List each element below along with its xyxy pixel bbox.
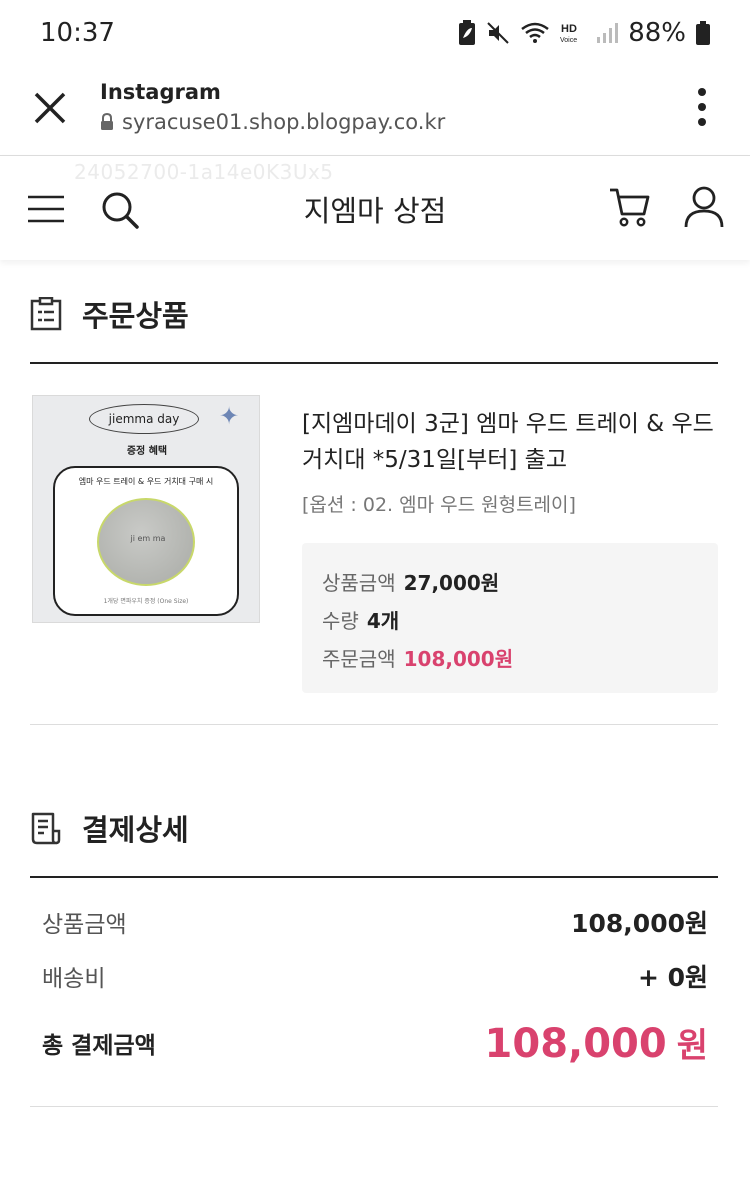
divider xyxy=(30,724,718,725)
signal-icon xyxy=(597,23,619,43)
mute-icon xyxy=(487,22,509,44)
svg-text:HD: HD xyxy=(561,23,577,35)
pouch-label: ji em ma xyxy=(130,534,166,543)
total-unit: 원 xyxy=(676,1026,708,1066)
total-value: 108,000 원 xyxy=(485,1018,708,1067)
order-section-title: 주문상품 xyxy=(82,299,189,333)
total-amount: 108,000 xyxy=(484,1021,667,1067)
thumb-promo-box: 엠마 우드 트레이 & 우드 거치대 구매 시 ji em ma 1개당 면파우… xyxy=(53,466,239,616)
close-icon[interactable] xyxy=(28,86,72,130)
svg-text:Voice: Voice xyxy=(560,37,577,44)
order-amount-label: 주문금액 xyxy=(322,647,396,671)
status-bar: 10:37 HD Voice 88% xyxy=(0,0,750,70)
lock-icon xyxy=(101,113,113,130)
order-amount-row: 주문금액 108,000원 xyxy=(322,643,513,672)
watermark-id: 24052700-1a14e0K3Ux5 xyxy=(74,160,334,184)
divider xyxy=(30,1106,718,1107)
total-label: 총 결제금액 xyxy=(42,1032,156,1059)
thumb-footnote: 1개당 면파우치 증정 (One Size) xyxy=(103,598,189,605)
unit-price-row: 상품금액 27,000원 xyxy=(322,567,499,596)
user-icon[interactable] xyxy=(684,186,724,228)
battery-percent: 88% xyxy=(628,18,686,48)
product-amount-label: 상품금액 xyxy=(42,912,127,938)
unit-price-value: 27,000원 xyxy=(403,571,500,595)
status-time: 10:37 xyxy=(40,18,115,48)
url-text: syracuse01.shop.blogpay.co.kr xyxy=(122,110,446,134)
wifi-icon xyxy=(521,22,549,43)
shipping-label: 배송비 xyxy=(42,966,106,992)
thumb-subtitle: 증정 혜택 xyxy=(126,446,168,457)
total-row: 총 결제금액 108,000 원 xyxy=(42,1018,708,1067)
order-amount-value: 108,000원 xyxy=(403,647,514,671)
divider xyxy=(30,362,718,364)
more-options-icon[interactable] xyxy=(692,84,712,130)
product-amount-row: 상품금액 108,000원 xyxy=(42,904,708,940)
sparkle-icon: ✦ xyxy=(219,402,240,430)
hd-voice-icon: HD Voice xyxy=(560,23,577,44)
receipt-icon xyxy=(31,812,61,845)
thumb-brand-label: jiemma day xyxy=(89,404,199,434)
thumb-promo-text: 엠마 우드 트레이 & 우드 거치대 구매 시 xyxy=(78,477,214,486)
product-name[interactable]: [지엠마데이 3군] 엠마 우드 트레이 & 우드 거치대 *5/31일[부터]… xyxy=(302,406,718,478)
payment-section-title: 결제상세 xyxy=(82,813,189,847)
pouch-image: ji em ma xyxy=(97,498,195,586)
divider xyxy=(30,876,718,878)
cart-icon[interactable] xyxy=(608,186,650,228)
url-bar[interactable]: syracuse01.shop.blogpay.co.kr xyxy=(100,110,445,134)
order-section-header: 주문상품 xyxy=(30,290,718,338)
status-icons: HD Voice 88% xyxy=(458,18,710,48)
unit-price-label: 상품금액 xyxy=(322,571,396,595)
quantity-row: 수량 4개 xyxy=(322,605,399,634)
clipboard-icon xyxy=(30,297,62,331)
battery-saver-icon xyxy=(459,20,476,45)
shipping-row: 배송비 + 0원 xyxy=(42,958,708,994)
quantity-label: 수량 xyxy=(322,609,359,633)
product-amount-value: 108,000원 xyxy=(571,909,708,938)
quantity-value: 4개 xyxy=(366,609,400,633)
price-summary-box: 상품금액 27,000원 수량 4개 주문금액 108,000원 xyxy=(302,543,718,693)
shipping-value: + 0원 xyxy=(637,963,708,992)
payment-section-header: 결제상세 xyxy=(30,804,718,852)
product-option: [옵션 : 02. 엠마 우드 원형트레이] xyxy=(302,494,576,516)
browser-app-name: Instagram xyxy=(100,80,221,104)
battery-icon xyxy=(696,21,710,45)
product-image[interactable]: jiemma day ✦ 증정 혜택 엠마 우드 트레이 & 우드 거치대 구매… xyxy=(32,395,260,623)
in-app-browser-header: Instagram syracuse01.shop.blogpay.co.kr xyxy=(0,70,750,156)
